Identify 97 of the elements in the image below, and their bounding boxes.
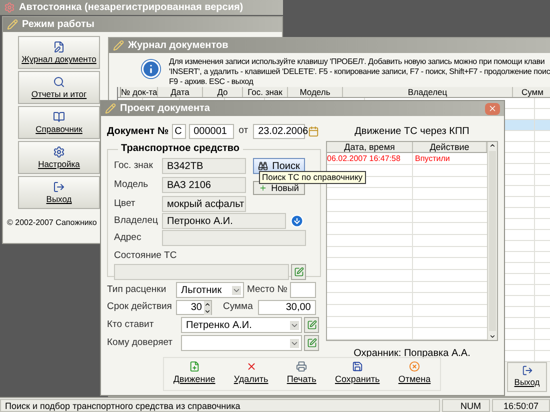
dropdown-arrow-icon [290, 320, 299, 330]
window-title: Журнал документов [128, 39, 228, 53]
document-plus-icon [188, 361, 200, 372]
number-field[interactable]: 000001 [188, 124, 234, 139]
sum-field[interactable]: 30,00 [258, 300, 316, 315]
mode-button[interactable]: Настройка [18, 141, 100, 174]
exit-button[interactable]: Выход [507, 362, 547, 392]
close-button[interactable] [485, 102, 500, 114]
window-icon [113, 40, 124, 51]
info-text: Для изменения записи используйте клавишу 'ПРОБЕЛ'. Добавить новую запись можно при помощи клави [169, 57, 546, 67]
field-label: Сумма [223, 300, 253, 314]
mode-icon [53, 76, 65, 88]
address-field[interactable] [162, 230, 306, 246]
action-button[interactable]: Печать [286, 361, 316, 387]
edit-button[interactable] [291, 264, 306, 280]
info-text: F9 - архив. ESC - выход [169, 77, 254, 87]
mode-button[interactable]: Отчеты и итог [18, 71, 100, 104]
field-label: Место № [247, 282, 288, 297]
window-icon [105, 103, 116, 114]
field-label: от [238, 124, 248, 138]
edit-button[interactable] [304, 317, 319, 333]
action-button[interactable]: Отмена [398, 361, 431, 387]
info-text: 'INSERT', а удалить - клавишей 'DELETE'. F5 - копирование записи, F7 - поиск, Shift+F7 - продолжение поис [169, 67, 550, 77]
column-header: Сумм [513, 87, 550, 97]
status-num: NUM [442, 398, 490, 412]
model-field[interactable]: ВАЗ 2106 [162, 177, 246, 193]
mode-icon [53, 146, 65, 158]
save-icon [352, 361, 363, 372]
state-field[interactable] [114, 264, 289, 280]
mode-button[interactable]: Журнал документо [18, 36, 100, 69]
copyright-text: © 2002-2007 Сапожнико [7, 217, 97, 229]
mode-icon [53, 41, 65, 54]
mode-button[interactable]: Выход [18, 176, 100, 209]
app-title: Автостоянка (незарегистрированная версия) [19, 1, 244, 15]
dropdown-arrow-icon [232, 286, 241, 294]
dropdown-field[interactable]: Льготник [176, 282, 244, 298]
action-button[interactable]: Удалить [234, 361, 268, 387]
document-number-label: Документ № [107, 125, 169, 139]
window-icon [7, 19, 18, 30]
printer-icon [296, 361, 308, 372]
column-header: До [203, 87, 243, 97]
mode-icon [53, 181, 65, 194]
field-label: Кто ставит [107, 318, 155, 332]
dropdown-icon[interactable] [290, 214, 304, 228]
delete-icon [246, 361, 257, 372]
plus-icon [259, 184, 268, 192]
mode-button[interactable]: Справочник [18, 106, 100, 139]
table-cell: 06.02.2007 16:47:58 [327, 153, 413, 164]
field-label: Срок действия [107, 300, 173, 314]
binoculars-icon [258, 161, 268, 171]
action-button[interactable]: Движение [173, 361, 216, 387]
field-label: Владелец [114, 214, 158, 228]
column-header: Владелец [343, 87, 513, 97]
status-time: 16:50:07 [492, 398, 550, 412]
dropdown-field[interactable]: Петренко А.И. [181, 317, 302, 333]
color-field[interactable]: мокрый асфальт [162, 196, 246, 212]
edit-button[interactable] [304, 335, 319, 351]
date-field[interactable]: 23.02.2006 [253, 124, 306, 139]
column-header: Гос. знак [243, 87, 288, 97]
field-label: Цвет [114, 196, 136, 211]
group-title: Транспортное средство [118, 143, 243, 155]
status-message: Поиск и подбор транспортного средства из справочника [0, 398, 440, 412]
column-header: Модель [288, 87, 343, 97]
plate-field[interactable]: B342TB [162, 158, 246, 174]
action-button[interactable]: Сохранить [334, 361, 380, 387]
scrollbar[interactable] [487, 142, 497, 340]
term-spinner[interactable]: 30 [176, 300, 212, 315]
guard-text: Охранник: Поправка А.А. [354, 347, 470, 361]
movement-title: Движение ТС через КПП [354, 125, 470, 139]
spinner-arrows-icon [204, 300, 211, 314]
scroll-up-icon[interactable] [489, 142, 496, 149]
column-header: Дата [158, 87, 203, 97]
window-title: Режим работы [22, 18, 94, 32]
place-field[interactable] [290, 282, 316, 298]
series-field[interactable]: С [172, 124, 186, 139]
field-label: Состояние ТС [114, 249, 177, 263]
window-title: Проект документа [120, 102, 210, 116]
field-label: Тип расценки [107, 282, 168, 297]
column-header: № док-та [121, 87, 158, 97]
field-label: Адрес [114, 230, 142, 245]
dropdown-arrow-icon [290, 338, 299, 348]
info-icon [141, 59, 161, 79]
field-label: Гос. знак [114, 158, 154, 173]
column-header: Дата, время [327, 142, 413, 152]
tooltip: Поиск ТС по справочнику [259, 171, 366, 184]
cancel-icon [408, 361, 420, 372]
owner-field[interactable]: Петронко А.И. [162, 213, 286, 229]
field-label: Модель [114, 178, 150, 192]
exit-icon [522, 365, 532, 376]
mode-icon [53, 111, 65, 124]
close-icon [488, 104, 497, 113]
table-cell-text: Впустили [414, 153, 451, 164]
calendar-icon[interactable] [308, 126, 320, 137]
scroll-down-icon[interactable] [489, 333, 496, 340]
field-label: Кому доверяет [107, 336, 174, 350]
app-icon [4, 2, 15, 13]
dropdown-field[interactable] [181, 335, 302, 351]
